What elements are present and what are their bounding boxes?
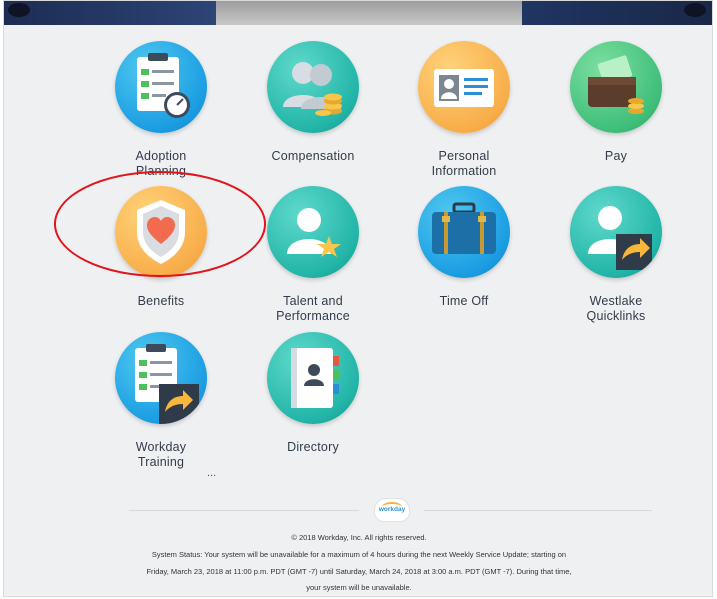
app-label: Westlake Quicklinks	[586, 294, 646, 323]
app-label: Personal Information	[431, 149, 497, 178]
app-label: Workday Training	[135, 440, 187, 469]
app-tile-westlake-quicklinks[interactable]: Westlake Quicklinks	[541, 186, 691, 324]
workday-home: Adoption Planning Compensation Personal …	[3, 0, 713, 597]
app-label: Directory	[287, 440, 339, 454]
workday-logo[interactable]: workday	[374, 498, 410, 522]
app-label: Benefits	[137, 294, 185, 308]
more-indicator: ...	[207, 467, 217, 479]
clipboard-arrow-icon	[115, 332, 207, 424]
system-status-line2: Friday, March 23, 2018 at 11:00 p.m. PDT…	[146, 567, 572, 576]
app-tile-workday-training[interactable]: Workday Training ...	[86, 332, 236, 479]
wallet-icon	[570, 41, 662, 133]
app-tile-adoption-planning[interactable]: Adoption Planning	[86, 41, 236, 179]
address-book-icon	[267, 332, 359, 424]
person-star-icon	[267, 186, 359, 278]
app-tile-pay[interactable]: Pay	[541, 41, 691, 164]
system-status-line1: System Status: Your system will be unava…	[151, 550, 567, 559]
footer-divider-right	[424, 510, 652, 511]
app-label: Talent and Performance	[276, 294, 350, 323]
system-status-line3: your system will be unavailable.	[306, 583, 412, 592]
person-arrow-icon	[570, 186, 662, 278]
highlight-annotation	[54, 171, 266, 277]
suitcase-icon	[418, 186, 510, 278]
copyright-text: © 2018 Workday, Inc. All rights reserved…	[291, 533, 427, 542]
app-label: Pay	[604, 149, 628, 163]
clipboard-gauge-icon	[115, 41, 207, 133]
people-coins-icon	[267, 41, 359, 133]
app-tile-directory[interactable]: Directory	[238, 332, 388, 455]
app-tile-compensation[interactable]: Compensation	[238, 41, 388, 164]
app-label: Time Off	[439, 294, 489, 308]
app-tile-time-off[interactable]: Time Off	[389, 186, 539, 309]
app-label: Compensation	[271, 149, 355, 163]
app-tile-personal-information[interactable]: Personal Information	[389, 41, 539, 179]
header-banner	[4, 1, 712, 25]
footer-divider-left	[129, 510, 359, 511]
id-card-icon	[418, 41, 510, 133]
